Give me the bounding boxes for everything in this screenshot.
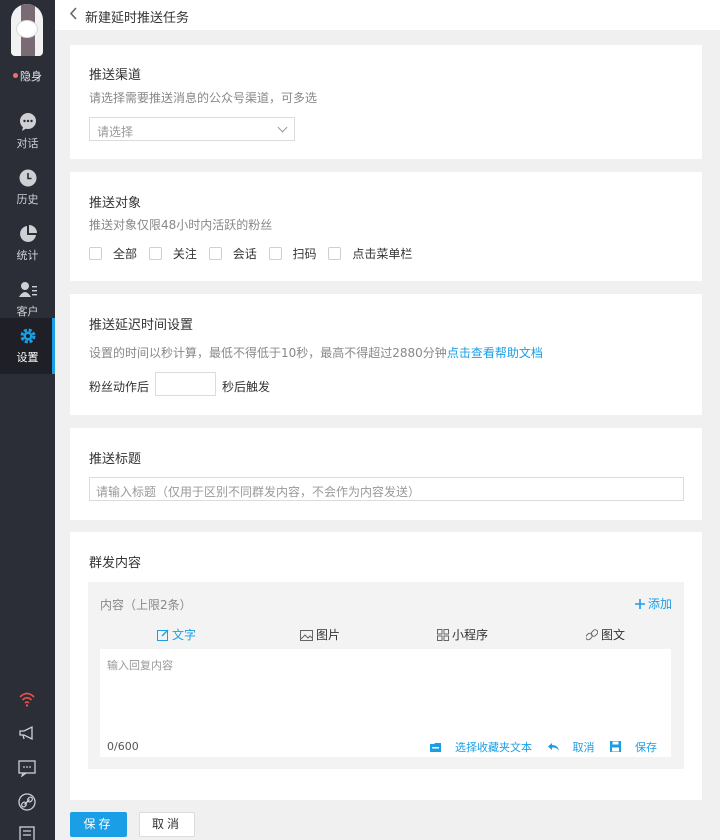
grid-icon	[437, 629, 449, 641]
section-title: 推送对象	[89, 196, 142, 211]
tab-image[interactable]: 图片	[300, 626, 340, 643]
description-text: 设置的时间以秒计算，最低不得低于10秒，最高不得超过2880分钟	[89, 346, 447, 360]
pie-chart-icon	[19, 225, 37, 242]
section-description: 推送对象仅限48小时内活跃的粉丝	[89, 218, 273, 232]
checkbox[interactable]	[328, 247, 342, 260]
avatar[interactable]	[11, 4, 43, 56]
channel-select[interactable]: 请选择	[89, 117, 295, 141]
wifi-icon[interactable]	[18, 690, 36, 708]
online-status[interactable]: 隐身	[0, 68, 55, 84]
add-label: 添加	[647, 597, 672, 611]
undo-icon	[547, 743, 559, 751]
plus-icon	[634, 599, 645, 609]
save-edit-button[interactable]: 保存	[610, 741, 657, 754]
reply-content-editor[interactable]: 输入回复内容 0/600 选择收藏夹文本 取消 保存	[100, 649, 671, 757]
action-label: 选择收藏夹文本	[455, 741, 532, 754]
channel-section: 推送渠道 请选择需要推送消息的公众号渠道，可多选 请选择	[70, 45, 702, 159]
cancel-edit-button[interactable]: 取消	[547, 741, 595, 754]
action-label: 取消	[572, 741, 595, 754]
delay-section: 推送延迟时间设置 设置的时间以秒计算，最低不得低于10秒，最高不得超过2880分…	[70, 294, 702, 415]
tab-label: 小程序	[452, 628, 489, 642]
folder-icon	[430, 743, 441, 752]
select-placeholder: 请选择	[97, 125, 134, 139]
mass-content-section: 群发内容 内容（上限2条） 添加 文字 图片 小程序 图文 输入回复内容 0/6…	[70, 532, 702, 800]
sidebar-item-label: 统计	[16, 249, 39, 262]
section-title: 推送渠道	[89, 68, 142, 83]
delay-suffix: 秒后触发	[222, 380, 271, 394]
image-icon	[300, 630, 313, 641]
save-button[interactable]: 保存	[70, 812, 127, 837]
option-label: 扫码	[292, 247, 317, 261]
chevron-down-icon	[277, 122, 288, 133]
sidebar-item-label: 对话	[16, 137, 39, 150]
checkbox[interactable]	[268, 247, 282, 260]
tab-article[interactable]: 图文	[585, 626, 626, 643]
checkbox[interactable]	[208, 247, 222, 260]
section-title: 推送标题	[89, 452, 142, 467]
input-placeholder: 请输入标题（仅用于区别不同群发内容，不会作为内容发送）	[96, 485, 421, 499]
tab-label: 图文	[601, 628, 626, 642]
sidebar-item-settings[interactable]: 设置	[0, 318, 55, 374]
message-icon[interactable]	[18, 759, 36, 777]
sidebar-item-chat[interactable]: 对话	[0, 104, 55, 160]
action-label: 保存	[635, 741, 657, 754]
delay-seconds-input[interactable]	[155, 372, 216, 396]
tab-text[interactable]: 文字	[157, 626, 196, 643]
sidebar-item-label: 客户	[16, 305, 39, 318]
content-limit-label: 内容（上限2条）	[100, 598, 192, 612]
section-title: 群发内容	[89, 556, 142, 571]
tab-label: 文字	[172, 628, 197, 642]
section-description: 设置的时间以秒计算，最低不得低于10秒，最高不得超过2880分钟点击查看帮助文档	[89, 344, 543, 361]
sidebar-item-label: 设置	[16, 351, 39, 364]
tab-mini-program[interactable]: 小程序	[437, 626, 488, 643]
editor-placeholder: 输入回复内容	[107, 659, 173, 672]
save-icon	[610, 741, 621, 752]
contacts-icon	[18, 282, 37, 297]
sidebar-item-history[interactable]: 历史	[0, 160, 55, 216]
link-icon[interactable]	[18, 793, 36, 811]
audience-option-all[interactable]: 全部	[89, 245, 137, 262]
checkbox[interactable]	[148, 247, 162, 260]
chat-icon	[19, 113, 36, 131]
push-title-section: 推送标题 请输入标题（仅用于区别不同群发内容，不会作为内容发送）	[70, 428, 702, 520]
page-title: 新建延时推送任务	[85, 11, 190, 26]
char-count: 0/600	[107, 740, 139, 753]
audience-option-menu-click[interactable]: 点击菜单栏	[328, 245, 412, 262]
content-box: 内容（上限2条） 添加 文字 图片 小程序 图文 输入回复内容 0/600 选择…	[88, 582, 684, 769]
sidebar-item-label: 历史	[16, 193, 39, 206]
document-icon[interactable]	[18, 826, 36, 840]
checkbox[interactable]	[89, 247, 102, 260]
cancel-button[interactable]: 取消	[139, 812, 195, 837]
help-doc-link[interactable]: 点击查看帮助文档	[447, 346, 543, 360]
push-title-input[interactable]: 请输入标题（仅用于区别不同群发内容，不会作为内容发送）	[89, 477, 684, 501]
option-label: 关注	[172, 247, 197, 261]
audience-options: 全部 关注 会话 扫码 点击菜单栏	[89, 245, 420, 262]
add-content-button[interactable]: 添加	[634, 595, 672, 612]
audience-option-scan[interactable]: 扫码	[268, 245, 317, 262]
link-icon	[585, 629, 599, 641]
edit-icon	[157, 629, 169, 641]
audience-option-session[interactable]: 会话	[208, 245, 257, 262]
status-dot	[13, 73, 18, 78]
section-description: 请选择需要推送消息的公众号渠道，可多选	[89, 91, 318, 105]
sidebar-item-stats[interactable]: 统计	[0, 216, 55, 272]
audience-section: 推送对象 推送对象仅限48小时内活跃的粉丝 全部 关注 会话 扫码 点击菜单栏	[70, 172, 702, 281]
section-title: 推送延迟时间设置	[89, 318, 194, 333]
delay-prefix: 粉丝动作后	[89, 380, 150, 394]
page-header: 新建延时推送任务	[55, 0, 720, 30]
option-label: 点击菜单栏	[352, 247, 413, 261]
sidebar: 隐身 对话 历史 统计 客户 设置	[0, 0, 55, 840]
option-label: 会话	[232, 247, 257, 261]
gear-icon	[20, 328, 35, 344]
option-label: 全部	[113, 247, 138, 261]
status-label: 隐身	[20, 70, 42, 83]
tab-label: 图片	[316, 628, 341, 642]
avatar-face	[16, 20, 38, 38]
clock-icon	[19, 169, 36, 187]
megaphone-icon[interactable]	[18, 724, 36, 742]
audience-option-follow[interactable]: 关注	[148, 245, 197, 262]
select-favorite-text-button[interactable]: 选择收藏夹文本	[430, 741, 532, 754]
editor-actions: 选择收藏夹文本 取消 保存	[418, 739, 657, 755]
chevron-left-icon[interactable]	[69, 7, 78, 20]
